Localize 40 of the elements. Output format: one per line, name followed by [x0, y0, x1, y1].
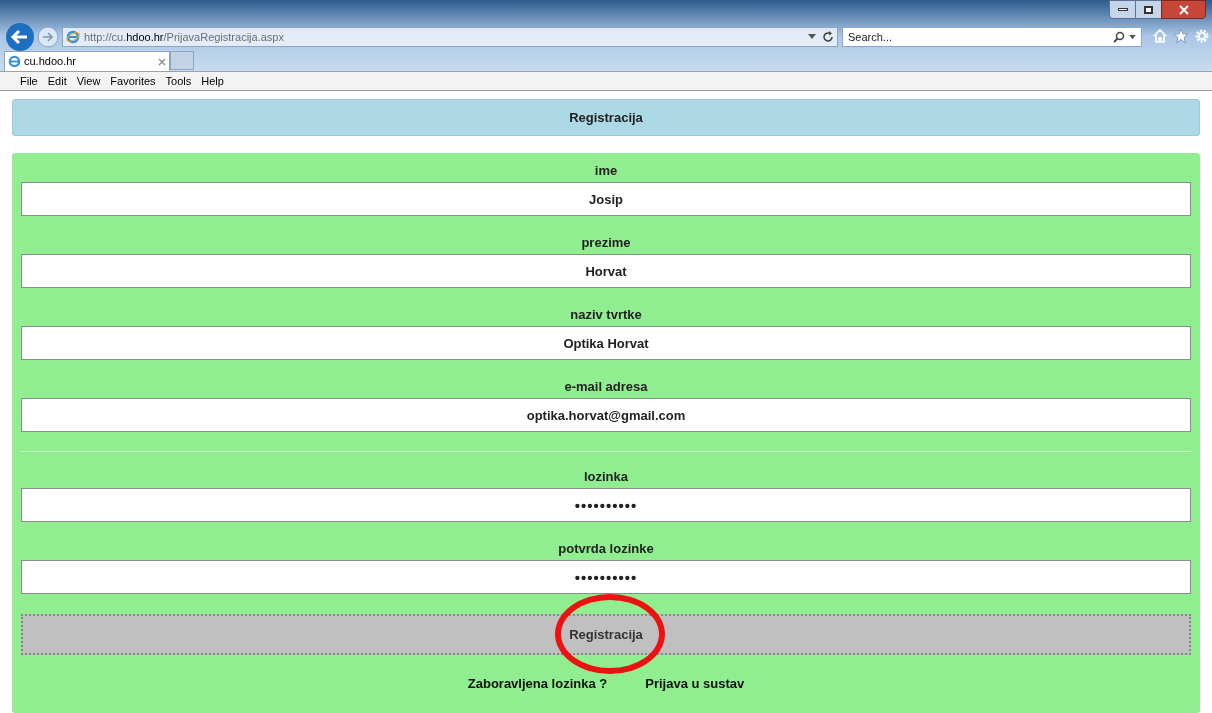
ie-logo-icon — [8, 55, 21, 68]
field-label: lozinka — [583, 468, 629, 487]
field-label: prezime — [581, 234, 631, 253]
search-box[interactable]: Search... — [842, 27, 1142, 47]
menu-item[interactable]: Edit — [47, 72, 67, 90]
register-button[interactable]: Registracija — [21, 614, 1191, 655]
minimize-button[interactable] — [1109, 0, 1136, 19]
input-field[interactable]: Josip — [21, 182, 1191, 216]
text-link[interactable]: Prijava u sustav — [645, 674, 745, 694]
address-bar[interactable]: http://cu.hdoo.hr/PrijavaRegistracija.aspx — [62, 27, 838, 47]
password-field[interactable]: •••••••••• — [21, 560, 1191, 594]
dropdown-icon[interactable] — [808, 34, 816, 40]
close-button[interactable] — [1161, 0, 1206, 19]
input-field[interactable]: Optika Horvat — [21, 326, 1191, 360]
browser-tab[interactable]: cu.hdoo.hr — [4, 51, 170, 71]
refresh-icon[interactable] — [822, 31, 834, 43]
close-icon — [1178, 4, 1189, 15]
close-icon[interactable] — [158, 57, 166, 66]
address-url: http://cu.hdoo.hr/PrijavaRegistracija.aspx — [84, 29, 284, 45]
menu-item[interactable]: Tools — [165, 72, 192, 90]
password-field[interactable]: •••••••••• — [21, 488, 1191, 522]
menu-item[interactable]: Help — [201, 72, 224, 90]
maximize-button[interactable] — [1136, 0, 1161, 19]
menu-item[interactable]: View — [76, 72, 101, 90]
field-label: e-mail adresa — [564, 378, 648, 397]
menu-item[interactable]: Favorites — [110, 72, 156, 90]
input-field[interactable]: optika.horvat@gmail.com — [21, 398, 1191, 432]
field-label: potvrda lozinke — [558, 540, 654, 559]
back-button[interactable] — [5, 22, 35, 52]
page-title: Registracija — [569, 108, 643, 127]
ie-logo-icon — [66, 30, 80, 44]
menu-item[interactable]: File — [20, 72, 38, 90]
field-label: ime — [594, 162, 618, 181]
search-field[interactable]: Search... — [848, 28, 1113, 46]
input-field[interactable]: Horvat — [21, 254, 1191, 288]
star-icon[interactable] — [1173, 28, 1189, 44]
field-label: naziv tvrtke — [570, 306, 642, 325]
search-icon[interactable] — [1113, 31, 1125, 43]
text-link[interactable]: Zaboravljena lozinka ? — [467, 674, 608, 694]
dropdown-icon[interactable] — [1129, 34, 1136, 40]
